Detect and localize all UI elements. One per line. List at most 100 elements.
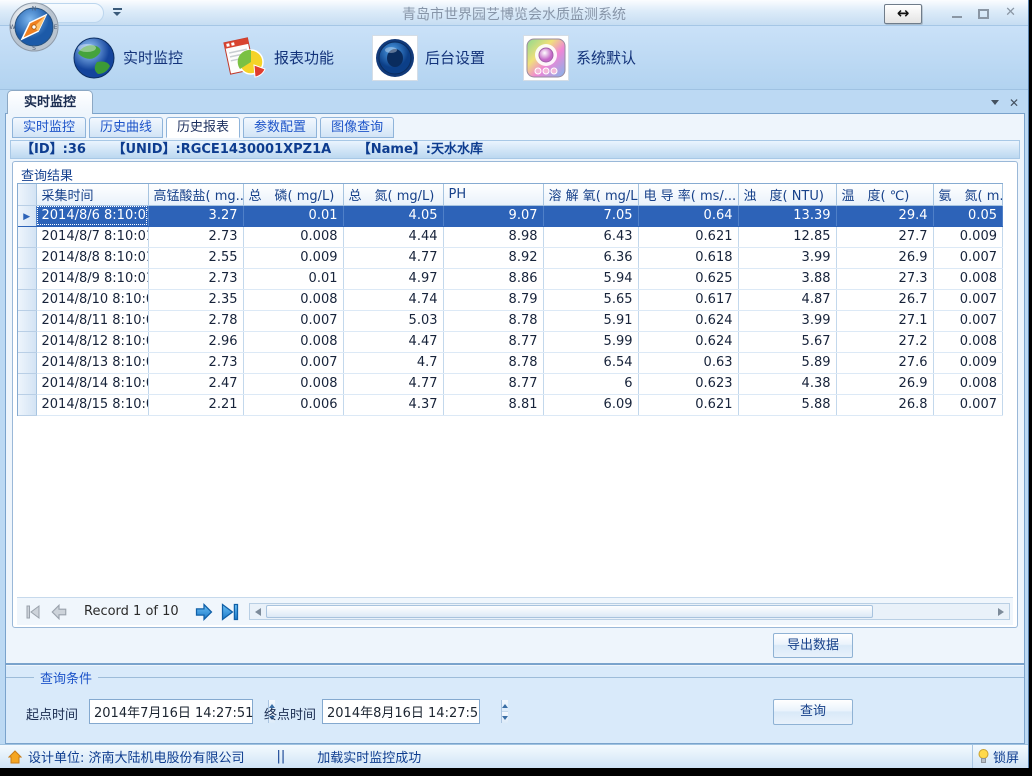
tabstrip-dropdown-icon[interactable] [991,100,999,105]
table-cell[interactable]: 2014/8/12 8:10:01 [36,331,148,352]
table-cell[interactable]: 2014/8/7 8:10:01 [36,226,148,247]
table-cell[interactable]: 8.79 [443,289,543,310]
table-row[interactable]: 2014/8/7 8:10:012.730.0084.448.986.430.6… [18,226,1003,247]
table-cell[interactable]: 4.37 [343,394,443,415]
table-cell[interactable]: 26.9 [836,247,933,268]
column-header[interactable]: 浊 度( NTU) [738,184,836,205]
table-cell[interactable]: 12.85 [738,226,836,247]
table-cell[interactable]: 0.618 [638,247,738,268]
subtab-param-config[interactable]: 参数配置 [243,117,317,138]
table-cell[interactable]: 2014/8/11 8:10:01 [36,310,148,331]
row-selector[interactable] [18,289,36,310]
resize-toggle-button[interactable]: ↔ [884,4,922,24]
column-header[interactable]: 溶 解 氧( mg/L) [543,184,638,205]
table-cell[interactable]: 0.64 [638,205,738,226]
table-row[interactable]: 2014/8/10 8:10:012.350.0084.748.795.650.… [18,289,1003,310]
query-button[interactable]: 查询 [773,699,853,725]
row-selector[interactable] [18,331,36,352]
start-time-input[interactable] [90,700,268,723]
minimize-button[interactable] [952,16,962,18]
row-selector[interactable] [18,247,36,268]
table-cell[interactable]: 0.008 [243,331,343,352]
table-cell[interactable]: 0.05 [933,205,1003,226]
table-cell[interactable]: 4.87 [738,289,836,310]
table-cell[interactable]: 0.009 [933,352,1003,373]
table-cell[interactable]: 2.21 [148,394,243,415]
column-header[interactable]: 高锰酸盐( mg... [148,184,243,205]
end-time-input[interactable] [323,700,501,723]
table-cell[interactable]: 5.89 [738,352,836,373]
table-cell[interactable]: 6 [543,373,638,394]
close-button[interactable]: ✕ [1005,6,1016,20]
table-cell[interactable]: 5.91 [543,310,638,331]
next-record-button[interactable] [191,601,217,623]
table-cell[interactable]: 2014/8/14 8:10:01 [36,373,148,394]
table-cell[interactable]: 5.03 [343,310,443,331]
table-cell[interactable]: 0.006 [243,394,343,415]
table-cell[interactable]: 6.36 [543,247,638,268]
column-header[interactable]: 氨 氮( m... [933,184,1003,205]
table-cell[interactable]: 26.8 [836,394,933,415]
table-cell[interactable]: 2.73 [148,226,243,247]
table-cell[interactable]: 0.009 [243,247,343,268]
table-cell[interactable]: 29.4 [836,205,933,226]
column-header[interactable]: 采集时间 [36,184,148,205]
restore-button[interactable] [978,9,989,19]
table-cell[interactable]: 0.008 [243,226,343,247]
row-selector-header[interactable] [18,184,36,205]
table-cell[interactable]: 3.27 [148,205,243,226]
table-cell[interactable]: 8.78 [443,310,543,331]
row-selector[interactable] [18,310,36,331]
table-cell[interactable]: 27.1 [836,310,933,331]
row-selector[interactable]: ▶ [18,205,36,226]
row-selector[interactable] [18,268,36,289]
row-selector[interactable] [18,352,36,373]
table-row[interactable]: 2014/8/12 8:10:012.960.0084.478.775.990.… [18,331,1003,352]
table-cell[interactable]: 0.007 [933,289,1003,310]
table-row[interactable]: 2014/8/15 8:10:012.210.0064.378.816.090.… [18,394,1003,415]
column-header[interactable]: 总 氮( mg/L) [343,184,443,205]
row-selector[interactable] [18,373,36,394]
table-cell[interactable]: 0.008 [933,373,1003,394]
table-cell[interactable]: 8.77 [443,373,543,394]
table-cell[interactable]: 3.88 [738,268,836,289]
table-cell[interactable]: 8.78 [443,352,543,373]
scrollbar-thumb[interactable] [266,605,873,618]
table-cell[interactable]: 0.01 [243,205,343,226]
spin-up-icon[interactable] [502,700,508,711]
column-header[interactable]: PH [443,184,543,205]
table-cell[interactable]: 4.77 [343,373,443,394]
column-header[interactable]: 温 度( ℃) [836,184,933,205]
table-cell[interactable]: 6.54 [543,352,638,373]
table-cell[interactable]: 0.624 [638,310,738,331]
table-cell[interactable]: 27.6 [836,352,933,373]
table-cell[interactable]: 2.55 [148,247,243,268]
table-cell[interactable]: 4.47 [343,331,443,352]
table-cell[interactable]: 2.78 [148,310,243,331]
table-cell[interactable]: 0.007 [243,310,343,331]
table-row[interactable]: 2014/8/9 8:10:012.730.014.978.865.940.62… [18,268,1003,289]
column-header[interactable]: 电 导 率( ms/... [638,184,738,205]
end-time-editor[interactable] [322,699,480,724]
table-cell[interactable]: 8.92 [443,247,543,268]
table-cell[interactable]: 5.99 [543,331,638,352]
table-cell[interactable]: 0.008 [243,373,343,394]
table-cell[interactable]: 7.05 [543,205,638,226]
end-time-spinner[interactable] [501,700,508,723]
table-cell[interactable]: 0.008 [933,268,1003,289]
table-row[interactable]: 2014/8/11 8:10:012.780.0075.038.785.910.… [18,310,1003,331]
table-cell[interactable]: 6.43 [543,226,638,247]
subtab-realtime-monitor[interactable]: 实时监控 [12,117,86,138]
table-cell[interactable]: 0.621 [638,394,738,415]
table-cell[interactable]: 2014/8/6 8:10:01 [36,205,148,226]
table-cell[interactable]: 5.94 [543,268,638,289]
table-cell[interactable]: 5.67 [738,331,836,352]
table-cell[interactable]: 0.007 [933,247,1003,268]
table-cell[interactable]: 8.81 [443,394,543,415]
row-selector[interactable] [18,226,36,247]
table-cell[interactable]: 9.07 [443,205,543,226]
row-selector[interactable] [18,394,36,415]
table-cell[interactable]: 5.88 [738,394,836,415]
app-menu-compass-icon[interactable]: N S W E [8,1,60,53]
table-cell[interactable]: 4.97 [343,268,443,289]
